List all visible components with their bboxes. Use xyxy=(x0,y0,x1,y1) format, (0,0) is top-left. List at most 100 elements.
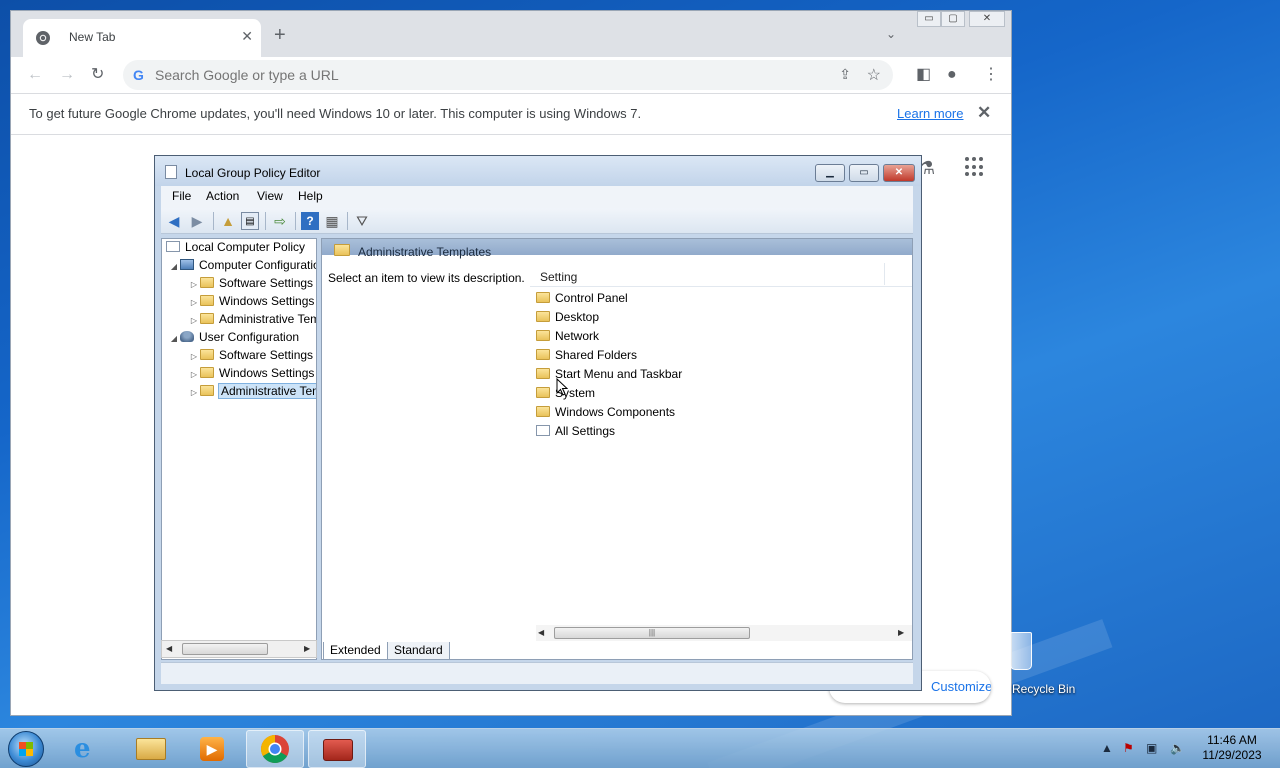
infobar-close-icon[interactable]: ✕ xyxy=(977,103,991,123)
user-icon xyxy=(180,331,194,342)
tree-node[interactable]: Local Computer Policy xyxy=(166,239,305,256)
list-item[interactable]: Shared Folders xyxy=(536,346,637,364)
all-settings-icon xyxy=(536,425,550,436)
clock-date: 11/29/2023 xyxy=(1202,748,1262,762)
list-item[interactable]: Control Panel xyxy=(536,289,628,307)
scroll-right-arrow-icon[interactable]: ▶ xyxy=(304,644,310,653)
scroll-thumb[interactable] xyxy=(182,643,268,655)
system-clock[interactable]: 11:46 AM 11/29/2023 xyxy=(1192,733,1272,763)
expand-arrow-icon[interactable]: ▷ xyxy=(188,384,200,401)
google-apps-icon[interactable] xyxy=(965,157,985,177)
tree-node-selected[interactable]: ▷ Administrative Templates xyxy=(188,383,316,401)
tab-new-tab[interactable]: New Tab ✕ xyxy=(23,19,261,57)
minimize-button[interactable]: ▭ xyxy=(917,11,941,27)
action-center-icon[interactable]: ⚑ xyxy=(1123,741,1134,755)
folder-icon xyxy=(200,349,214,360)
tab-search-icon[interactable]: ⌄ xyxy=(886,27,896,41)
list-item[interactable]: All Settings xyxy=(536,422,615,440)
list-item[interactable]: Network xyxy=(536,327,599,345)
tab-extended[interactable]: Extended xyxy=(323,642,388,660)
taskbar-chrome[interactable] xyxy=(246,730,304,768)
taskbar-group-policy[interactable] xyxy=(308,730,366,768)
tab-close-icon[interactable]: ✕ xyxy=(241,28,253,45)
omnibox[interactable]: G ⇪ ☆ xyxy=(123,60,893,90)
collapse-arrow-icon[interactable]: ◢ xyxy=(168,330,180,347)
details-horizontal-scrollbar[interactable]: ◀ ||| ▶ xyxy=(536,625,912,641)
filter-icon[interactable]: ⛛ xyxy=(353,212,371,230)
expand-arrow-icon[interactable]: ▷ xyxy=(188,276,200,293)
menu-kebab-icon[interactable]: ⋮ xyxy=(983,66,999,84)
up-folder-icon[interactable]: ▲ xyxy=(219,212,237,230)
new-tab-button[interactable]: + xyxy=(274,25,286,45)
show-hidden-icons-icon[interactable]: ▲ xyxy=(1101,741,1113,755)
show-hide-tree-icon[interactable]: ▤ xyxy=(241,212,259,230)
tree-horizontal-scrollbar[interactable]: ◀ ▶ xyxy=(161,640,317,658)
folder-icon xyxy=(536,387,550,398)
menu-action[interactable]: Action xyxy=(206,189,239,203)
properties-icon[interactable]: ▦ xyxy=(323,212,341,230)
list-item-label: Control Panel xyxy=(555,291,628,305)
help-icon[interactable]: ? xyxy=(301,212,319,230)
internet-explorer-icon: e xyxy=(74,734,91,764)
pane-header-title: Administrative Templates xyxy=(358,245,492,259)
recycle-bin-icon xyxy=(1010,632,1032,670)
omnibox-input[interactable] xyxy=(155,66,755,84)
side-panel-icon[interactable]: ◧ xyxy=(916,66,931,84)
share-icon[interactable]: ⇪ xyxy=(839,66,851,83)
network-icon[interactable]: ▣ xyxy=(1146,741,1157,755)
tree-node[interactable]: ▷ Windows Settings xyxy=(188,293,314,310)
toolbox-icon xyxy=(323,739,353,761)
taskbar-internet-explorer[interactable]: e xyxy=(60,730,118,768)
gpedit-close-button[interactable]: ✕ xyxy=(883,164,915,182)
list-item-label: Shared Folders xyxy=(555,348,638,362)
profile-icon[interactable]: ● xyxy=(947,66,957,84)
scroll-right-arrow-icon[interactable]: ▶ xyxy=(898,628,904,637)
expand-arrow-icon[interactable]: ▷ xyxy=(188,366,200,383)
description-text: Select an item to view its description. xyxy=(328,271,525,285)
tree-node-label: Windows Settings xyxy=(219,366,315,380)
tree-node[interactable]: ▷ Administrative Templates xyxy=(188,311,316,329)
taskbar-file-explorer[interactable] xyxy=(122,730,180,768)
expand-arrow-icon[interactable]: ▷ xyxy=(188,294,200,311)
tree-node[interactable]: ◢ Computer Configuration xyxy=(168,257,316,275)
taskbar-media-player[interactable]: ▶ xyxy=(184,730,242,768)
reload-icon[interactable]: ↻ xyxy=(91,66,104,84)
scroll-left-arrow-icon[interactable]: ◀ xyxy=(538,628,544,637)
list-item[interactable]: Desktop xyxy=(536,308,599,326)
expand-arrow-icon[interactable]: ▷ xyxy=(188,348,200,365)
gpedit-maximize-button[interactable]: ▭ xyxy=(849,164,879,182)
menu-file[interactable]: File xyxy=(172,189,191,203)
bookmark-star-icon[interactable]: ☆ xyxy=(867,65,881,85)
tree-node[interactable]: ▷ Software Settings xyxy=(188,347,313,364)
volume-muted-icon[interactable]: 🔈 xyxy=(1170,741,1185,755)
expand-arrow-icon[interactable]: ▷ xyxy=(188,312,200,329)
setting-column-header[interactable]: Setting xyxy=(540,270,577,284)
forward-icon[interactable]: → xyxy=(59,66,75,84)
gpedit-minimize-button[interactable]: ▁ xyxy=(815,164,845,182)
list-item[interactable]: Windows Components xyxy=(536,403,675,421)
forward-arrow-icon[interactable]: ▶ xyxy=(188,212,206,230)
menu-help[interactable]: Help xyxy=(298,189,323,203)
gpedit-titlebar[interactable]: Local Group Policy Editor ▁ ▭ ✕ xyxy=(155,156,921,186)
tree-node[interactable]: ▷ Software Settings xyxy=(188,275,313,292)
back-icon[interactable]: ← xyxy=(27,66,43,84)
scroll-left-arrow-icon[interactable]: ◀ xyxy=(166,644,172,653)
start-button[interactable] xyxy=(8,731,44,767)
column-divider[interactable] xyxy=(884,263,885,285)
tree-node[interactable]: ◢ User Configuration xyxy=(168,329,299,346)
tree-node-label: Local Computer Policy xyxy=(185,240,306,254)
scroll-thumb[interactable]: ||| xyxy=(554,627,750,639)
recycle-bin[interactable]: Recycle Bin xyxy=(1000,630,1075,700)
tab-standard[interactable]: Standard xyxy=(387,642,450,660)
export-list-icon[interactable]: ⇨ xyxy=(271,212,289,230)
menu-view[interactable]: View xyxy=(257,189,283,203)
tree-node[interactable]: ▷ Windows Settings xyxy=(188,365,314,382)
back-arrow-icon[interactable]: ◀ xyxy=(165,212,183,230)
google-g-icon: G xyxy=(133,67,144,83)
learn-more-link[interactable]: Learn more xyxy=(897,106,963,121)
maximize-button[interactable]: ▢ xyxy=(941,11,965,27)
close-button[interactable]: ✕ xyxy=(969,11,1005,27)
gpedit-toolbar: ◀ ▶ ▲ ▤ ⇨ ? ▦ ⛛ xyxy=(161,208,913,234)
collapse-arrow-icon[interactable]: ◢ xyxy=(168,258,180,275)
list-column-header[interactable]: Setting xyxy=(530,263,912,287)
